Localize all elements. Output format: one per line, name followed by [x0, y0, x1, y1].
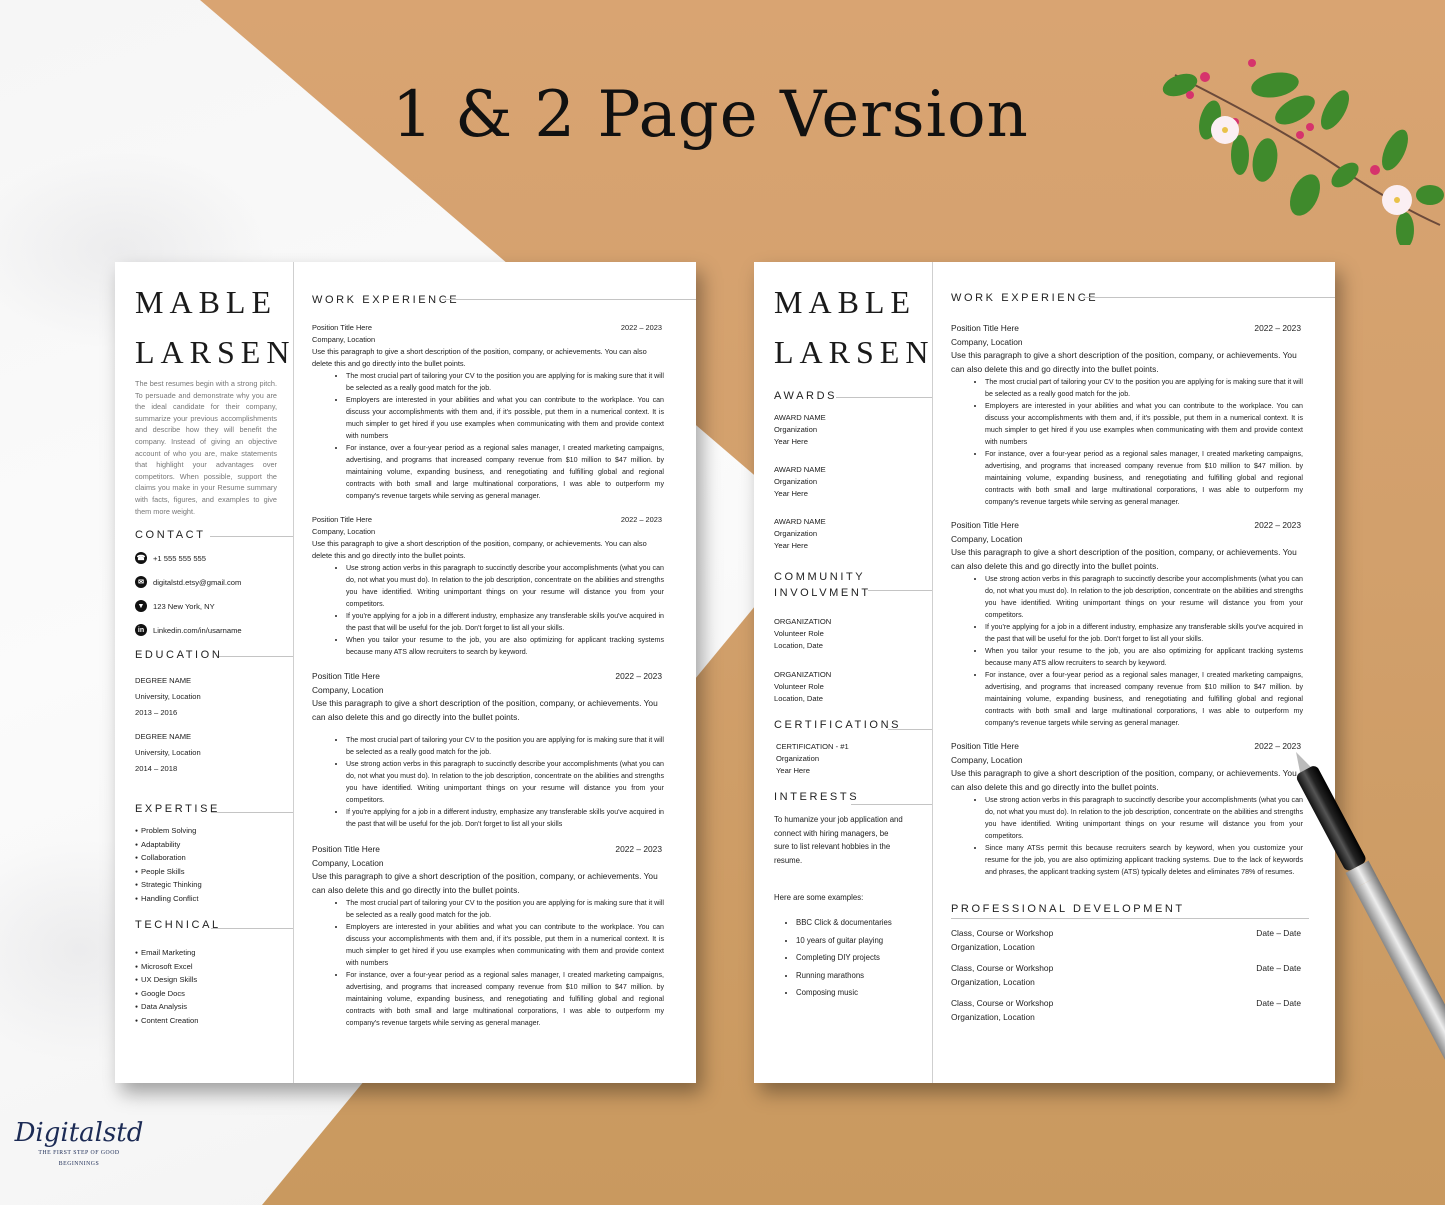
- linkedin-icon: in: [135, 624, 147, 636]
- community-heading-line2: INVOLVMENT: [774, 587, 871, 599]
- list-item: Running marathons: [796, 967, 892, 985]
- headline: 1 & 2 Page Version: [392, 78, 1029, 152]
- divider: [219, 656, 293, 657]
- first-name: MABLE: [135, 284, 277, 320]
- job-entry: Position Title Here 2022 – 2023 Company, …: [312, 843, 664, 1029]
- list-item: Composing music: [796, 984, 892, 1002]
- phone-icon: ☎: [135, 552, 147, 564]
- professional-development-heading: PROFESSIONAL DEVELOPMENT: [951, 903, 1185, 915]
- brand-tagline: THE FIRST STEP OF GOOD BEGINNINGS: [38, 1150, 120, 1167]
- email-icon: ✉: [135, 576, 147, 588]
- summary: The best resumes begin with a strong pit…: [135, 379, 277, 516]
- divider: [210, 536, 293, 537]
- list-item: Collaboration: [135, 852, 202, 866]
- last-name: LARSEN: [135, 334, 296, 370]
- page1-main: WORK EXPERIENCE Position Title Here 2022 …: [294, 262, 696, 1083]
- community-item: ORGANIZATION Volunteer Role Location, Date: [774, 617, 832, 650]
- contact-heading: CONTACT: [135, 529, 206, 541]
- resume-page-1: MABLE LARSEN The best resumes begin with…: [115, 262, 696, 1083]
- divider: [442, 299, 696, 300]
- list-item: Data Analysis: [135, 1001, 198, 1015]
- expertise-heading: EXPERTISE: [135, 803, 220, 815]
- list-item: Adaptability: [135, 839, 202, 853]
- job-entry: Position Title Here 2022 – 2023 Company, …: [951, 519, 1303, 729]
- work-experience-heading: WORK EXPERIENCE: [312, 294, 460, 306]
- education-item: DEGREE NAME University, Location 2013 – …: [135, 676, 201, 717]
- pen-decoration: [1296, 752, 1445, 1181]
- job-entry: Position Title Here 2022 – 2023 Company, …: [951, 740, 1303, 878]
- interests-lead: Here are some examples:: [774, 893, 864, 902]
- prodev-item: Class, Course or Workshop Date – Date Org…: [951, 998, 1301, 1022]
- certifications-heading: CERTIFICATIONS: [774, 719, 902, 731]
- expertise-list: Problem Solving Adaptability Collaborati…: [135, 825, 202, 907]
- education-item: DEGREE NAME University, Location 2014 – …: [135, 732, 201, 773]
- page2-main: WORK EXPERIENCE Position Title Here 2022 …: [933, 262, 1335, 1083]
- divider: [211, 928, 293, 929]
- contact-address: ▼ 123 New York, NY: [135, 600, 215, 612]
- divider: [951, 918, 1309, 919]
- education-heading: EDUCATION: [135, 649, 223, 661]
- job-entry: Position Title Here 2022 – 2023 Company, …: [312, 514, 664, 658]
- technical-heading: TECHNICAL: [135, 919, 221, 931]
- divider: [836, 397, 932, 398]
- page1-sidebar: MABLE LARSEN The best resumes begin with…: [115, 262, 294, 1083]
- list-item: 10 years of guitar playing: [796, 932, 892, 950]
- contact-linkedin[interactable]: in Linkedin.com/in/usarname: [135, 624, 242, 636]
- location-pin-icon: ▼: [135, 600, 147, 612]
- divider: [851, 804, 932, 805]
- page2-sidebar: MABLE LARSEN AWARDS AWARD NAME Organizati…: [754, 262, 933, 1083]
- job-entry: Position Title Here 2022 – 2023 Company, …: [312, 322, 664, 502]
- list-item: Completing DIY projects: [796, 949, 892, 967]
- interests-list: BBC Click & documentaries 10 years of gu…: [774, 914, 892, 1002]
- list-item: Problem Solving: [135, 825, 202, 839]
- flowering-branch-decoration: [1162, 59, 1444, 245]
- divider: [868, 590, 932, 591]
- award-item: AWARD NAME Organization Year Here: [774, 465, 826, 498]
- community-heading-line1: COMMUNITY: [774, 571, 866, 583]
- job-entry: Position Title Here 2022 – 2023 Company, …: [312, 670, 664, 830]
- list-item: UX Design Skills: [135, 974, 198, 988]
- award-item: AWARD NAME Organization Year Here: [774, 413, 826, 446]
- prodev-item: Class, Course or Workshop Date – Date Org…: [951, 928, 1301, 952]
- contact-phone: ☎ +1 555 555 555: [135, 552, 206, 564]
- divider: [1083, 297, 1335, 298]
- first-name: MABLE: [774, 284, 916, 320]
- list-item: Google Docs: [135, 988, 198, 1002]
- brand-name: Digitalstd: [14, 1118, 144, 1148]
- award-item: AWARD NAME Organization Year Here: [774, 517, 826, 550]
- community-item: ORGANIZATION Volunteer Role Location, Date: [774, 670, 832, 703]
- interests-heading: INTERESTS: [774, 791, 860, 803]
- brand-logo: Digitalstd THE FIRST STEP OF GOOD BEGINN…: [14, 1118, 144, 1170]
- list-item: Microsoft Excel: [135, 961, 198, 975]
- work-experience-heading: WORK EXPERIENCE: [951, 292, 1099, 304]
- divider: [211, 812, 293, 813]
- list-item: Content Creation: [135, 1015, 198, 1029]
- list-item: People Skills: [135, 866, 202, 880]
- last-name: LARSEN: [774, 334, 935, 370]
- list-item: Handling Conflict: [135, 893, 202, 907]
- list-item: BBC Click & documentaries: [796, 914, 892, 932]
- certification-item: CERTIFICATION - #1 Organization Year Here: [776, 742, 849, 775]
- contact-email[interactable]: ✉ digitalstd.etsy@gmail.com: [135, 576, 241, 588]
- job-entry: Position Title Here 2022 – 2023 Company, …: [951, 322, 1303, 508]
- resume-page-2: MABLE LARSEN AWARDS AWARD NAME Organizati…: [754, 262, 1335, 1083]
- interests-intro: To humanize your job application and con…: [774, 815, 903, 865]
- awards-heading: AWARDS: [774, 390, 838, 402]
- list-item: Strategic Thinking: [135, 879, 202, 893]
- list-item: Email Marketing: [135, 947, 198, 961]
- divider: [888, 729, 932, 730]
- technical-list: Email Marketing Microsoft Excel UX Desig…: [135, 947, 198, 1029]
- prodev-item: Class, Course or Workshop Date – Date Org…: [951, 963, 1301, 987]
